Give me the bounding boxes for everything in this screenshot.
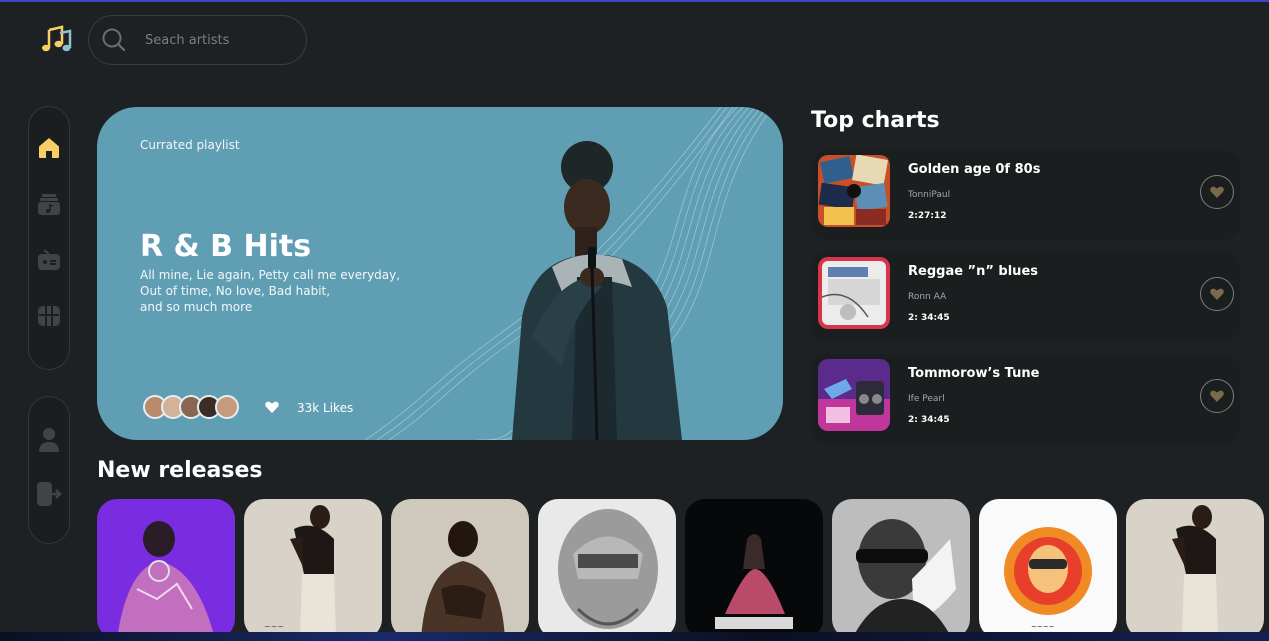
release-cover[interactable] [685,499,823,639]
release-cover[interactable] [97,499,235,639]
listener-avatars [143,395,239,419]
release-cover[interactable]: ~~~ [244,499,382,639]
release-cover[interactable] [832,499,970,639]
new-releases-row: ~~~ ~~~~ [97,499,1264,639]
home-icon[interactable] [36,135,62,161]
chart-duration: 2: 34:45 [908,415,950,425]
top-charts-title: Top charts [811,108,940,133]
playlist-description: All mine, Lie again, Petty call me every… [140,267,410,315]
chart-title: Tommorow’s Tune [908,366,1040,381]
chart-item[interactable]: Golden age 0f 80s TonniPaul 2:27:12 [811,150,1241,240]
description-line: Out of time, No love, Bad habit, [140,284,331,298]
profile-icon[interactable] [36,427,62,453]
likes-count: 33k Likes [297,401,354,415]
videos-icon[interactable] [36,303,62,329]
search-bar[interactable]: Seach artists [88,15,307,65]
description-line: and so much more [140,300,253,314]
chart-cover-image [818,359,890,431]
new-releases-title: New releases [97,458,263,483]
heart-icon [1210,288,1224,300]
like-button[interactable] [1200,277,1234,311]
playlist-icon[interactable] [36,191,62,217]
chart-item[interactable]: Reggae ”n” blues Ronn AA 2: 34:45 [811,252,1241,342]
chart-duration: 2: 34:45 [908,313,950,323]
chart-artist: TonniPaul [908,190,951,200]
like-button[interactable] [1200,175,1234,209]
like-button[interactable] [1200,379,1234,413]
radio-icon[interactable] [36,247,62,273]
artist-photo [512,141,682,440]
search-input[interactable]: Seach artists [145,33,229,48]
os-taskbar-edge [0,632,1269,641]
avatar [215,395,239,419]
heart-icon [1210,186,1224,198]
chart-item[interactable]: Tommorow’s Tune Ife Pearl 2: 34:45 [811,354,1241,444]
chart-title: Reggae ”n” blues [908,264,1038,279]
release-cover[interactable] [1126,499,1264,639]
release-cover[interactable]: ~~~~ [979,499,1117,639]
description-line: All mine, Lie again, Petty call me every… [140,268,401,282]
heart-icon[interactable] [265,401,279,413]
music-notes-icon[interactable] [40,24,74,56]
chart-artist: Ronn AA [908,292,947,302]
playlist-eyebrow: Currated playlist [140,138,240,152]
sidebar-account [28,396,70,544]
svg-text:~~~: ~~~ [264,622,284,631]
chart-cover-image [818,257,890,329]
chart-duration: 2:27:12 [908,211,947,221]
release-cover[interactable] [391,499,529,639]
heart-icon [1210,390,1224,402]
logout-icon[interactable] [36,481,62,507]
chart-title: Golden age 0f 80s [908,162,1041,177]
featured-playlist-card[interactable]: Currated playlist R & B Hits All mine, L… [97,107,783,440]
chart-cover-image [818,155,890,227]
sidebar-nav [28,106,70,370]
release-cover[interactable] [538,499,676,639]
playlist-title: R & B Hits [140,229,312,264]
search-icon [102,28,126,52]
chart-artist: Ife Pearl [908,394,945,404]
window-top-accent [0,0,1269,2]
svg-text:~~~~: ~~~~ [1031,623,1055,631]
